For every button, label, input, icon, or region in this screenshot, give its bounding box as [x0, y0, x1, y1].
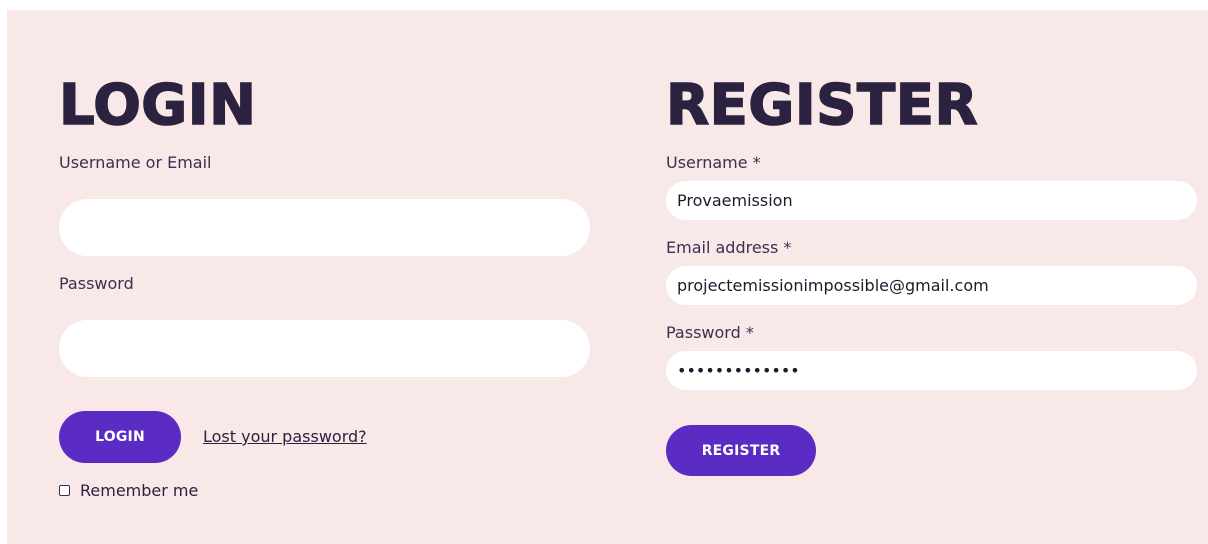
account-panel: LOGIN Username or Email Password LOGIN L… — [7, 10, 1208, 544]
register-password-label: Password * — [666, 323, 754, 342]
login-button[interactable]: LOGIN — [59, 411, 181, 463]
register-password-input[interactable] — [666, 351, 1197, 390]
remember-me: Remember me — [59, 481, 198, 500]
register-button[interactable]: REGISTER — [666, 425, 816, 476]
register-email-input[interactable] — [666, 266, 1197, 305]
lost-password-link[interactable]: Lost your password? — [203, 427, 367, 446]
login-password-input[interactable] — [59, 320, 590, 377]
register-username-label: Username * — [666, 153, 761, 172]
login-title: LOGIN — [58, 72, 257, 139]
register-title: REGISTER — [665, 72, 979, 139]
register-username-input[interactable] — [666, 181, 1197, 220]
username-or-email-label: Username or Email — [59, 153, 212, 172]
register-email-label: Email address * — [666, 238, 792, 257]
remember-me-label: Remember me — [80, 481, 199, 500]
login-username-input[interactable] — [59, 199, 590, 256]
remember-me-checkbox[interactable] — [59, 485, 70, 496]
login-password-label: Password — [59, 274, 134, 293]
